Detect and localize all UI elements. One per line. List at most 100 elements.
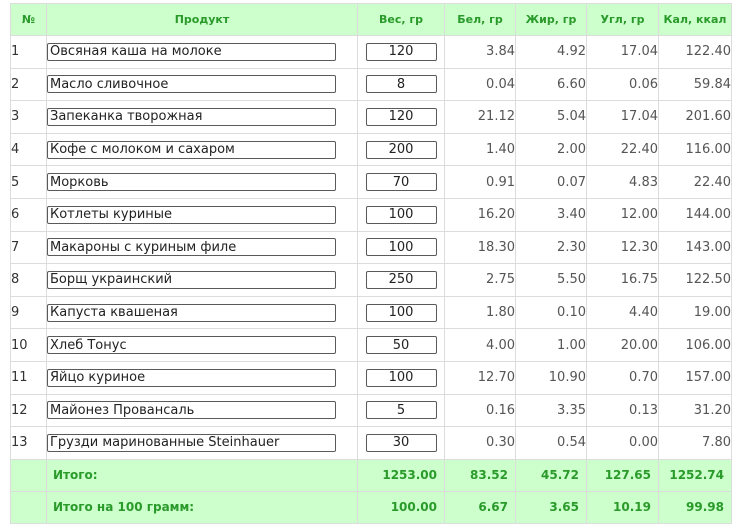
- weight-input[interactable]: [365, 42, 437, 61]
- weight-input[interactable]: [365, 303, 437, 322]
- fat-value: 10.90: [515, 360, 587, 395]
- per100-calories: 99.98: [658, 490, 732, 524]
- carbs-value: 0.06: [586, 67, 659, 102]
- protein-value: 3.84: [444, 35, 516, 69]
- carbs-value: 12.00: [586, 197, 659, 232]
- product-input[interactable]: [47, 303, 336, 322]
- header-fat: Жир, гр: [515, 3, 587, 36]
- per100-fat: 3.65: [515, 490, 587, 524]
- totals-label: Итого:: [46, 458, 358, 492]
- protein-value: 0.91: [444, 165, 516, 199]
- weight-input[interactable]: [365, 401, 437, 420]
- protein-value: 2.75: [444, 263, 516, 297]
- weight-cell: [357, 426, 445, 460]
- product-input[interactable]: [47, 173, 336, 192]
- weight-cell: [357, 35, 445, 69]
- per100-carbs: 10.19: [586, 490, 659, 524]
- totals-protein: 83.52: [444, 458, 516, 492]
- totals-row: Итого: 1253.00 83.52 45.72 127.65 1252.7…: [10, 458, 732, 492]
- header-carbs: Угл, гр: [586, 3, 659, 36]
- weight-input[interactable]: [365, 368, 437, 387]
- protein-value: 4.00: [444, 328, 516, 362]
- calories-value: 22.40: [658, 165, 732, 199]
- carbs-value: 4.83: [586, 165, 659, 199]
- weight-input[interactable]: [365, 173, 437, 192]
- header-product: Продукт: [46, 3, 358, 36]
- per100-label: Итого на 100 грамм:: [46, 490, 358, 524]
- weight-cell: [357, 360, 445, 395]
- row-number: 6: [10, 197, 47, 232]
- row-number: 9: [10, 295, 47, 330]
- fat-value: 3.40: [515, 197, 587, 232]
- totals-carbs: 127.65: [586, 458, 659, 492]
- row-number: 3: [10, 100, 47, 134]
- calories-value: 122.50: [658, 263, 732, 297]
- table-row: 7 18.302.3012.30143.00: [10, 230, 732, 265]
- header-row: № Продукт Вес, гр Бел, гр Жир, гр Угл, г…: [10, 3, 732, 36]
- totals-weight: 1253.00: [357, 458, 445, 492]
- weight-cell: [357, 230, 445, 265]
- table-row: 3 21.125.0417.04201.60: [10, 100, 732, 134]
- calories-value: 7.80: [658, 426, 732, 460]
- product-input[interactable]: [47, 42, 336, 61]
- protein-value: 21.12: [444, 100, 516, 134]
- product-input[interactable]: [47, 205, 336, 224]
- product-input[interactable]: [47, 401, 336, 420]
- weight-input[interactable]: [365, 270, 437, 289]
- header-num: №: [10, 3, 47, 36]
- product-input[interactable]: [47, 107, 336, 126]
- carbs-value: 17.04: [586, 100, 659, 134]
- product-cell: [46, 328, 358, 362]
- product-cell: [46, 100, 358, 134]
- product-input[interactable]: [47, 140, 336, 159]
- weight-input[interactable]: [365, 433, 437, 452]
- calories-value: 116.00: [658, 132, 732, 167]
- weight-input[interactable]: [365, 238, 437, 257]
- totals-calories: 1252.74: [658, 458, 732, 492]
- row-number: 11: [10, 360, 47, 395]
- product-input[interactable]: [47, 238, 336, 257]
- product-cell: [46, 67, 358, 102]
- protein-value: 1.80: [444, 295, 516, 330]
- fat-value: 0.54: [515, 426, 587, 460]
- product-input[interactable]: [47, 270, 336, 289]
- weight-cell: [357, 263, 445, 297]
- fat-value: 0.07: [515, 165, 587, 199]
- header-calories: Кал, ккал: [658, 3, 732, 36]
- product-input[interactable]: [47, 433, 336, 452]
- calories-value: 143.00: [658, 230, 732, 265]
- weight-cell: [357, 165, 445, 199]
- calories-value: 157.00: [658, 360, 732, 395]
- table-row: 8 2.755.5016.75122.50: [10, 263, 732, 297]
- per100-protein: 6.67: [444, 490, 516, 524]
- row-number: 7: [10, 230, 47, 265]
- carbs-value: 4.40: [586, 295, 659, 330]
- product-input[interactable]: [47, 336, 336, 355]
- weight-input[interactable]: [365, 75, 437, 94]
- carbs-value: 22.40: [586, 132, 659, 167]
- weight-cell: [357, 328, 445, 362]
- weight-input[interactable]: [365, 205, 437, 224]
- product-cell: [46, 295, 358, 330]
- product-cell: [46, 132, 358, 167]
- table-row: 13 0.300.540.007.80: [10, 426, 732, 460]
- weight-input[interactable]: [365, 140, 437, 159]
- fat-value: 6.60: [515, 67, 587, 102]
- product-input[interactable]: [47, 368, 336, 387]
- table-row: 4 1.402.0022.40116.00: [10, 132, 732, 167]
- weight-input[interactable]: [365, 107, 437, 126]
- product-cell: [46, 197, 358, 232]
- calories-value: 106.00: [658, 328, 732, 362]
- calories-value: 122.40: [658, 35, 732, 69]
- header-protein: Бел, гр: [444, 3, 516, 36]
- product-input[interactable]: [47, 75, 336, 94]
- row-number: 10: [10, 328, 47, 362]
- fat-value: 5.04: [515, 100, 587, 134]
- per100-row: Итого на 100 грамм: 100.00 6.67 3.65 10.…: [10, 490, 732, 524]
- weight-input[interactable]: [365, 336, 437, 355]
- carbs-value: 0.13: [586, 393, 659, 428]
- product-cell: [46, 35, 358, 69]
- table-row: 10 4.001.0020.00106.00: [10, 328, 732, 362]
- protein-value: 0.30: [444, 426, 516, 460]
- fat-value: 2.00: [515, 132, 587, 167]
